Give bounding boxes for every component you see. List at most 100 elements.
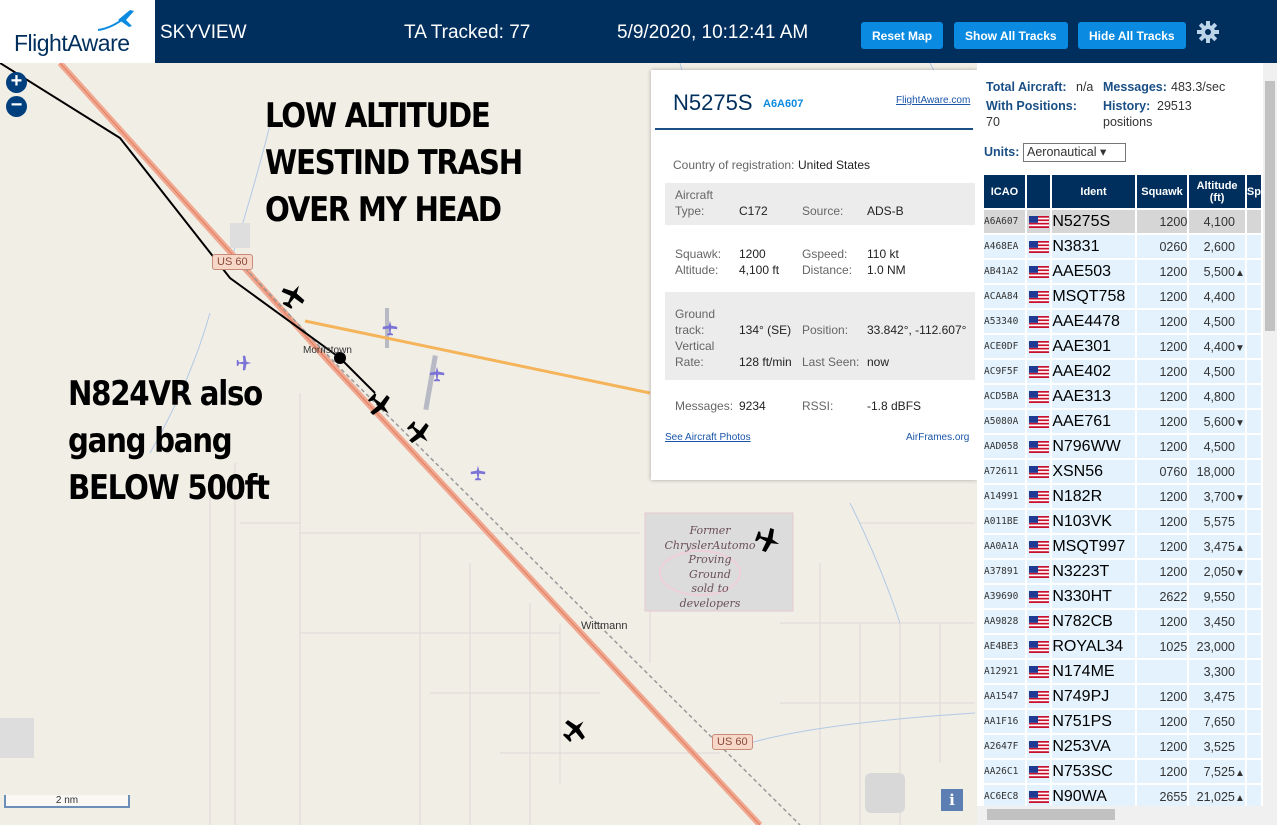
track-label: track:	[675, 323, 705, 337]
airframes-link[interactable]: AirFrames.org	[906, 432, 969, 443]
horizontal-scrollbar[interactable]	[977, 806, 1263, 825]
history-unit: positions	[1103, 115, 1153, 129]
table-row[interactable]: A39690 N330HT 2622 9,550	[984, 585, 1263, 608]
table-row[interactable]: AB41A2 AAE503 1200 5,500▲	[984, 260, 1263, 283]
table-row[interactable]: AC6EC8 N90WA 2655 21,025▲	[984, 785, 1263, 808]
col-flag[interactable]	[1026, 175, 1053, 208]
row-speed	[1246, 585, 1263, 608]
proving-line: Proving	[688, 553, 732, 566]
show-all-tracks-button[interactable]: Show All Tracks	[954, 22, 1068, 49]
row-altitude-value: 4,400	[1203, 289, 1235, 304]
row-flag	[1026, 760, 1053, 783]
table-row[interactable]: A53340 AAE4478 1200 4,500	[984, 310, 1263, 333]
row-icao: AA1F16	[984, 710, 1027, 733]
row-squawk	[1136, 660, 1190, 683]
us-flag-icon	[1028, 241, 1049, 254]
flightaware-logo[interactable]: FlightAware	[0, 0, 155, 63]
gspeed-label: Gspeed:	[802, 247, 848, 261]
annotation-line: LOW ALTITUDE	[265, 96, 491, 136]
row-speed	[1246, 310, 1263, 333]
row-altitude-value: 2,600	[1203, 239, 1235, 254]
table-row[interactable]: AA1F16 N751PS 1200 7,650	[984, 710, 1263, 733]
table-row[interactable]: A5080A AAE761 1200 5,600▼	[984, 410, 1263, 433]
zoom-in-button[interactable]: +	[6, 71, 27, 93]
messages-rate-value: 483.3/sec	[1171, 80, 1226, 94]
col-icao[interactable]: ICAO	[984, 175, 1027, 208]
table-row[interactable]: AA1547 N749PJ 1200 3,475	[984, 685, 1263, 708]
table-row[interactable]: A72611 XSN56 0760 18,000	[984, 460, 1263, 483]
info-button[interactable]: i	[941, 789, 963, 811]
row-altitude-value: 3,475	[1203, 539, 1235, 554]
row-squawk: 1200	[1136, 410, 1190, 433]
table-row[interactable]: AAD058 N796WW 1200 4,500	[984, 435, 1263, 458]
table-row[interactable]: A12921 N174ME 3,300	[984, 660, 1263, 683]
vertical-scrollbar[interactable]	[1263, 63, 1277, 825]
table-row[interactable]: A37891 N3223T 1200 2,050▼	[984, 560, 1263, 583]
row-flag	[1026, 610, 1053, 633]
row-icao: A6A607	[984, 210, 1027, 233]
zoom-out-button[interactable]: −	[6, 95, 27, 117]
row-altitude: 3,700▼	[1189, 485, 1247, 508]
row-flag	[1026, 635, 1053, 658]
col-ident[interactable]: Ident	[1052, 175, 1137, 208]
units-select[interactable]: Aeronautical ▾	[1023, 143, 1126, 162]
annotation-line: WESTIND TRASH	[265, 143, 523, 183]
col-squawk[interactable]: Squawk	[1136, 175, 1190, 208]
table-row[interactable]: AE4BE3 ROYAL34 1025 23,000	[984, 635, 1263, 658]
row-altitude: 23,000	[1189, 635, 1247, 658]
us-flag-icon	[1028, 416, 1049, 429]
row-altitude-value: 23,000	[1196, 639, 1235, 654]
road-shield-us60: US 60	[712, 734, 753, 750]
row-ident: N182R	[1052, 485, 1137, 508]
annotation-line: BELOW 500ft	[68, 468, 270, 508]
row-squawk: 1200	[1136, 310, 1190, 333]
hide-all-tracks-button[interactable]: Hide All Tracks	[1078, 22, 1186, 49]
table-row[interactable]: AA26C1 N753SC 1200 7,525▲	[984, 760, 1263, 783]
row-squawk: 1200	[1136, 360, 1190, 383]
table-row[interactable]: A468EA N3831 0260 2,600	[984, 235, 1263, 258]
row-altitude: 3,450	[1189, 610, 1247, 633]
popup-hex[interactable]: A6A607	[763, 98, 803, 110]
row-squawk: 1200	[1136, 510, 1190, 533]
annotation-line: OVER MY HEAD	[265, 190, 502, 230]
table-row[interactable]: ACAA84 MSQT758 1200 4,400	[984, 285, 1263, 308]
table-row[interactable]: ACE0DF AAE301 1200 4,400▼	[984, 335, 1263, 358]
row-icao: A53340	[984, 310, 1027, 333]
us-flag-icon	[1028, 266, 1049, 279]
table-row[interactable]: AA0A1A MSQT997 1200 3,475▲	[984, 535, 1263, 558]
table-row[interactable]: A2647F N253VA 1200 3,525	[984, 735, 1263, 758]
row-ident: N3223T	[1052, 560, 1137, 583]
flightaware-link[interactable]: FlightAware.com	[896, 95, 970, 106]
reset-map-button[interactable]: Reset Map	[861, 22, 944, 49]
table-row[interactable]: A011BE N103VK 1200 5,575	[984, 510, 1263, 533]
top-bar: FlightAware SKYVIEW TA Tracked: 77 5/9/2…	[0, 0, 1277, 63]
row-flag	[1026, 535, 1053, 558]
row-squawk: 1200	[1136, 335, 1190, 358]
row-flag	[1026, 410, 1053, 433]
col-speed[interactable]: Sp	[1246, 175, 1263, 208]
row-altitude: 9,550	[1189, 585, 1247, 608]
row-icao: AB41A2	[984, 260, 1027, 283]
last-seen-label: Last Seen:	[802, 355, 860, 369]
table-row[interactable]: AA9828 N782CB 1200 3,450	[984, 610, 1263, 633]
us-flag-icon	[1028, 566, 1049, 579]
row-icao: AC6EC8	[984, 785, 1027, 808]
table-row[interactable]: A14991 N182R 1200 3,700▼	[984, 485, 1263, 508]
gear-icon[interactable]	[1196, 20, 1220, 44]
row-flag	[1026, 210, 1053, 233]
table-row[interactable]: A6A607 N5275S 1200 4,100	[984, 210, 1263, 233]
col-altitude[interactable]: Altitude (ft)	[1189, 175, 1247, 208]
scrollbar-thumb[interactable]	[1265, 81, 1275, 331]
row-squawk: 1200	[1136, 535, 1190, 558]
table-row[interactable]: AC9F5F AAE402 1200 4,500	[984, 360, 1263, 383]
total-aircraft-label: Total Aircraft:	[986, 80, 1067, 94]
us-flag-icon	[1028, 591, 1049, 604]
us-flag-icon	[1028, 616, 1049, 629]
row-icao: AC9F5F	[984, 360, 1027, 383]
altitude-trend-icon: ▼	[1234, 492, 1245, 504]
row-altitude-value: 3,475	[1203, 689, 1235, 704]
table-row[interactable]: ACD5BA AAE313 1200 4,800	[984, 385, 1263, 408]
aircraft-photos-link[interactable]: See Aircraft Photos	[665, 432, 751, 443]
aircraft-table: ICAO Ident Squawk Altitude (ft) Sp A6A607…	[984, 173, 1263, 810]
scrollbar-thumb[interactable]	[987, 809, 1115, 820]
